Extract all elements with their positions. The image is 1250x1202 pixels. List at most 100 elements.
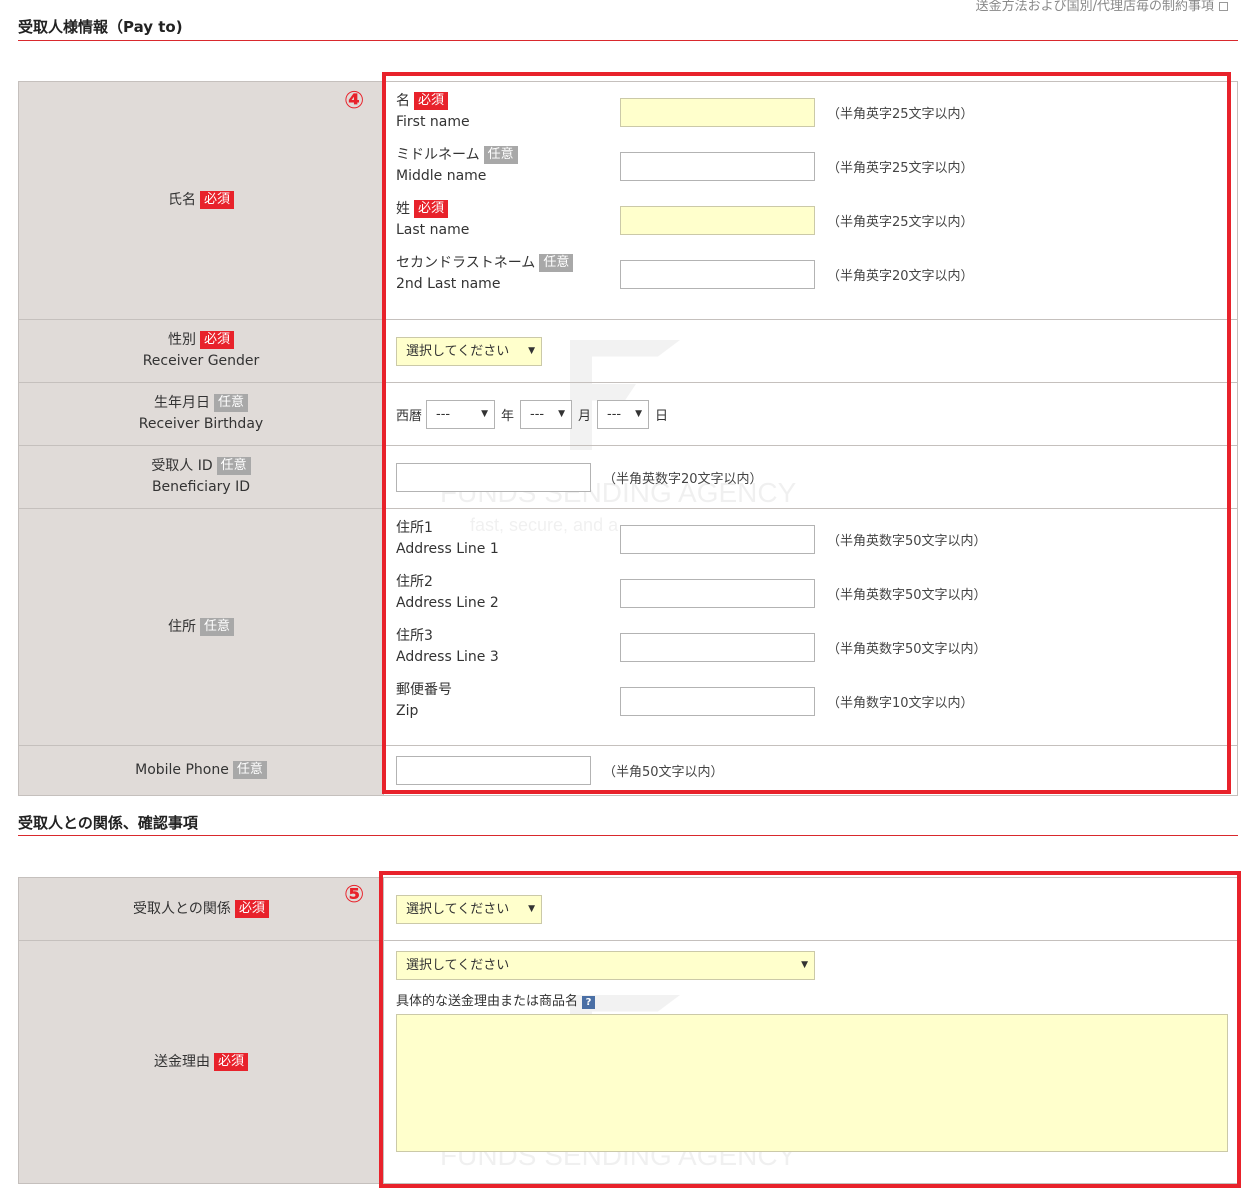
zip-sublabel: Zip: [396, 703, 419, 719]
required-badge: 必須: [199, 191, 234, 209]
step-4-marker: ④: [344, 86, 365, 114]
address-line-1-label-group: 住所1 Address Line 1: [396, 518, 620, 560]
last-name-sublabel: Last name: [396, 222, 470, 238]
row-remittance-reason: 送金理由 必須 選択してください ▼ 具体的な送金理由または商品名?: [18, 940, 1238, 1184]
reason-header: 送金理由 必須: [18, 940, 384, 1184]
row-mobile: Mobile Phone 任意 （半角50文字以内）: [18, 745, 1238, 796]
mobile-header: Mobile Phone 任意: [18, 745, 384, 796]
reason-label: 送金理由: [153, 1053, 210, 1070]
birth-year-value: ---: [436, 406, 451, 422]
last-name-label-group: 姓必須 Last name: [396, 199, 620, 241]
reason-select-value: 選択してください: [406, 958, 510, 973]
optional-badge: 任意: [483, 146, 518, 164]
birthday-sublabel: Receiver Birthday: [138, 416, 264, 432]
beneficiary-field: （半角英数字20文字以内）: [383, 445, 1238, 509]
reason-detail-textarea[interactable]: [396, 1014, 1228, 1152]
first-name-label-group: 名必須 First name: [396, 91, 620, 133]
birth-day-value: ---: [607, 406, 622, 422]
beneficiary-id-input[interactable]: [396, 462, 591, 492]
help-icon[interactable]: ?: [582, 996, 596, 1009]
address-line-2-input[interactable]: [620, 578, 815, 608]
restrictions-link[interactable]: 送金方法および国別/代理店毎の制約事項: [976, 0, 1228, 14]
optional-badge: 任意: [539, 254, 574, 272]
middle-name-label: ミドルネーム: [396, 147, 480, 163]
reason-detail-label-row: 具体的な送金理由または商品名?: [396, 993, 1237, 1010]
birthday-field: 西暦 --- ▼ 年 --- ▼ 月 --- ▼ 日: [383, 382, 1238, 446]
beneficiary-header: 受取人 ID 任意 Beneficiary ID: [18, 445, 384, 509]
second-last-name-row: セカンドラストネーム 任意 2nd Last name （半角英字20文字以内）: [396, 247, 1237, 301]
name-label: 氏名: [167, 192, 196, 208]
chevron-down-icon: ▼: [481, 408, 489, 419]
middle-name-input[interactable]: [620, 151, 815, 181]
address-line-1-input[interactable]: [620, 524, 815, 554]
birthday-header: 生年月日 任意 Receiver Birthday: [18, 382, 384, 446]
last-name-input[interactable]: [620, 205, 815, 235]
beneficiary-label: 受取人 ID: [151, 458, 213, 474]
second-last-name-input[interactable]: [620, 259, 815, 289]
address-line-1-row: 住所1 Address Line 1 （半角英数字50文字以内）: [396, 512, 1237, 566]
row-birthday: 生年月日 任意 Receiver Birthday 西暦 --- ▼ 年 --- ▼ …: [18, 382, 1238, 446]
zip-input[interactable]: [620, 686, 815, 716]
month-unit: 月: [578, 408, 592, 424]
birth-month-select[interactable]: --- ▼: [520, 399, 573, 429]
first-name-row: 名必須 First name （半角英字25文字以内）: [396, 85, 1237, 139]
last-name-hint: （半角英字25文字以内）: [827, 214, 974, 230]
address-line-2-row: 住所2 Address Line 2 （半角英数字50文字以内）: [396, 566, 1237, 620]
relationship-label: 受取人との関係: [133, 900, 231, 917]
first-name-input[interactable]: [620, 97, 815, 127]
section-title-relationship: 受取人との関係、確認事項: [18, 814, 198, 832]
address-line-3-label: 住所3: [396, 628, 433, 644]
chevron-down-icon: ▼: [528, 345, 535, 356]
address-line-3-input[interactable]: [620, 632, 815, 662]
optional-badge: 任意: [199, 617, 234, 636]
optional-badge: 任意: [232, 761, 267, 779]
era-label: 西暦: [396, 408, 423, 424]
gender-header: 性別 必須 Receiver Gender: [18, 319, 384, 383]
name-header: 氏名 必須: [18, 81, 384, 320]
gender-select[interactable]: 選択してください ▼: [396, 336, 542, 366]
beneficiary-sublabel: Beneficiary ID: [151, 479, 251, 495]
last-name-row: 姓必須 Last name （半角英字25文字以内）: [396, 193, 1237, 247]
chevron-down-icon: ▼: [558, 408, 566, 419]
first-name-label: 名: [396, 93, 410, 109]
relationship-field: 選択してください ▼: [383, 877, 1238, 941]
restrictions-link-text: 送金方法および国別/代理店毎の制約事項: [975, 0, 1214, 14]
section-divider: [18, 40, 1238, 41]
second-last-name-sublabel: 2nd Last name: [396, 276, 501, 292]
row-name: 氏名 必須 名必須 First name （半角英字25文字以内） ミドルネーム任…: [18, 81, 1238, 320]
birth-year-select[interactable]: --- ▼: [426, 399, 496, 429]
chevron-down-icon: ▼: [801, 960, 808, 970]
reason-detail-label: 具体的な送金理由または商品名: [396, 994, 579, 1009]
zip-label: 郵便番号: [396, 682, 452, 698]
zip-hint: （半角数字10文字以内）: [827, 695, 974, 711]
address-line-3-row: 住所3 Address Line 3 （半角英数字50文字以内）: [396, 620, 1237, 674]
address-line-2-sublabel: Address Line 2: [396, 595, 499, 611]
reason-select[interactable]: 選択してください ▼: [396, 951, 815, 980]
birth-month-value: ---: [530, 406, 545, 422]
relationship-select[interactable]: 選択してください ▼: [396, 894, 542, 924]
first-name-sublabel: First name: [396, 114, 470, 130]
second-last-name-hint: （半角英字20文字以内）: [827, 268, 974, 284]
relationship-select-value: 選択してください: [406, 901, 510, 917]
mobile-phone-input[interactable]: [396, 756, 591, 785]
middle-name-sublabel: Middle name: [396, 168, 487, 184]
middle-name-hint: （半角英字25文字以内）: [827, 160, 974, 176]
gender-label: 性別: [167, 332, 196, 348]
address-line-3-hint: （半角英数字50文字以内）: [827, 641, 987, 657]
required-badge: 必須: [213, 1052, 248, 1071]
beneficiary-id-hint: （半角英数字20文字以内）: [603, 471, 763, 487]
address-line-1-label: 住所1: [396, 520, 433, 536]
mobile-field: （半角50文字以内）: [383, 745, 1238, 796]
gender-field: 選択してください ▼: [383, 319, 1238, 383]
beneficiary-input-group: （半角英数字20文字以内）: [396, 462, 1237, 492]
birth-day-select[interactable]: --- ▼: [597, 399, 650, 429]
optional-badge: 任意: [216, 457, 251, 475]
external-link-icon: [1219, 2, 1228, 11]
second-last-name-label-group: セカンドラストネーム 任意 2nd Last name: [396, 253, 620, 295]
mobile-label: Mobile Phone: [135, 762, 229, 778]
address-line-2-label: 住所2: [396, 574, 433, 590]
mobile-phone-hint: （半角50文字以内）: [603, 765, 724, 780]
section-title-pay-to: 受取人様情報（Pay to): [18, 18, 183, 36]
optional-badge: 任意: [213, 394, 248, 412]
address-line-1-sublabel: Address Line 1: [396, 541, 499, 557]
